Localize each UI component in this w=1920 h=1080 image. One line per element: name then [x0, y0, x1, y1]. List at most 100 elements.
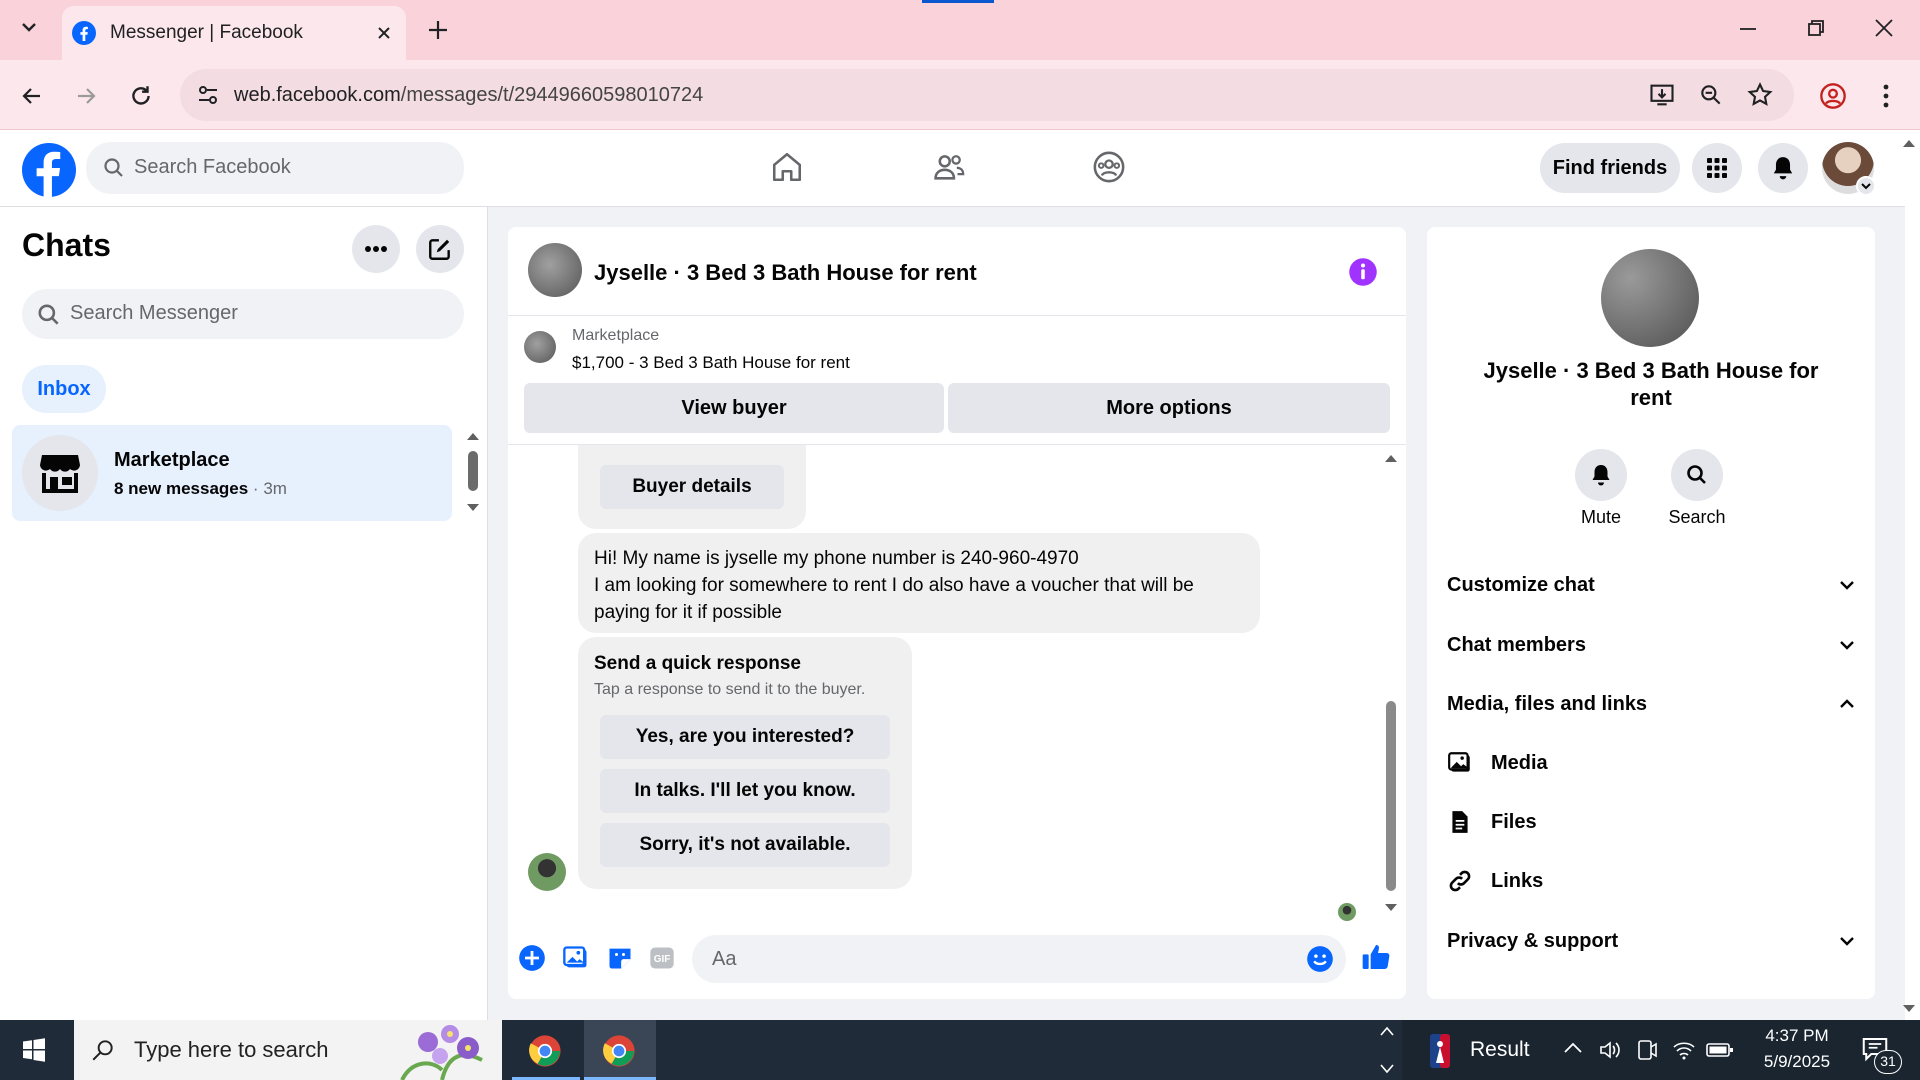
- chat-list-scroll-up-icon[interactable]: [466, 431, 480, 441]
- taskbar-scroll-up-icon[interactable]: [1380, 1026, 1394, 1036]
- home-icon[interactable]: [770, 150, 804, 184]
- restore-icon[interactable]: [1806, 18, 1826, 38]
- svg-text:GIF: GIF: [654, 954, 671, 965]
- links-label: Links: [1491, 869, 1544, 892]
- inbox-tab[interactable]: Inbox: [22, 365, 106, 413]
- message-bubble: Hi! My name is jyselle my phone number i…: [578, 533, 1260, 633]
- emoji-icon[interactable]: [1306, 945, 1334, 973]
- quick-response-button[interactable]: In talks. I'll let you know.: [600, 769, 890, 813]
- clock-time[interactable]: 4:37 PM: [1742, 1026, 1852, 1046]
- forward-icon[interactable]: [74, 84, 98, 108]
- chevron-up-icon: [1837, 694, 1857, 714]
- tab-list-icon[interactable]: [18, 16, 40, 38]
- volume-icon[interactable]: [1598, 1038, 1622, 1062]
- meet-now-icon[interactable]: [1636, 1038, 1658, 1062]
- message-line: I am looking for somewhere to rent I do …: [594, 575, 1194, 596]
- taskbar-scroll-down-icon[interactable]: [1380, 1064, 1394, 1074]
- quick-response-button[interactable]: Sorry, it's not available.: [600, 823, 890, 867]
- close-window-icon[interactable]: [1874, 18, 1894, 38]
- more-options-button[interactable]: More options: [948, 383, 1390, 433]
- site-info-icon[interactable]: [196, 83, 220, 107]
- like-thumbs-up-icon[interactable]: [1360, 941, 1392, 973]
- privacy-support-row[interactable]: Privacy & support: [1447, 917, 1857, 965]
- links-item[interactable]: Links: [1447, 857, 1857, 905]
- widget-result-label[interactable]: Result: [1470, 1038, 1530, 1062]
- view-buyer-button[interactable]: View buyer: [524, 383, 944, 433]
- windows-start-icon[interactable]: [22, 1038, 46, 1062]
- battery-icon[interactable]: [1706, 1040, 1734, 1060]
- notifications-button[interactable]: [1758, 143, 1808, 193]
- media-item[interactable]: Media: [1447, 739, 1857, 787]
- new-tab-icon[interactable]: [426, 18, 450, 42]
- contact-avatar[interactable]: [528, 243, 582, 297]
- files-item[interactable]: Files: [1447, 798, 1857, 846]
- messages-scroll-down-icon[interactable]: [1384, 903, 1398, 913]
- chat-members-row[interactable]: Chat members: [1447, 621, 1857, 669]
- reload-icon[interactable]: [128, 83, 154, 109]
- install-app-icon[interactable]: [1648, 81, 1676, 109]
- marketplace-avatar: [22, 435, 98, 511]
- media-files-links-row[interactable]: Media, files and links: [1447, 680, 1857, 728]
- listing-title[interactable]: $1,700 - 3 Bed 3 Bath House for rent: [572, 353, 850, 373]
- chat-time: 3m: [263, 479, 287, 498]
- messages-scrollbar[interactable]: [1386, 701, 1396, 891]
- message-input-placeholder: Aa: [712, 948, 737, 970]
- more-actions-icon[interactable]: [518, 944, 546, 972]
- chrome-icon: [602, 1034, 636, 1068]
- sender-avatar: [528, 853, 566, 891]
- search-conversation-button[interactable]: [1671, 449, 1723, 501]
- message-input[interactable]: Aa: [692, 935, 1346, 983]
- tray-chevron-up-icon[interactable]: [1562, 1040, 1584, 1056]
- active-indicator: [922, 0, 994, 3]
- close-tab-icon[interactable]: [376, 25, 392, 41]
- facebook-logo-icon[interactable]: [22, 143, 76, 197]
- chat-options-button[interactable]: [352, 225, 400, 273]
- chrome-taskbar-app[interactable]: [512, 1020, 580, 1080]
- zoom-icon[interactable]: [1698, 82, 1724, 108]
- messages-scroll-up-icon[interactable]: [1384, 453, 1398, 463]
- browser-tab[interactable]: Messenger | Facebook: [62, 6, 406, 60]
- friends-icon[interactable]: [932, 150, 966, 184]
- clock-date[interactable]: 5/9/2025: [1742, 1052, 1852, 1072]
- messenger-search[interactable]: Search Messenger: [22, 289, 464, 339]
- wifi-icon[interactable]: [1672, 1038, 1696, 1062]
- customize-chat-row[interactable]: Customize chat: [1447, 561, 1857, 609]
- menu-grid-button[interactable]: [1692, 143, 1742, 193]
- buyer-details-button[interactable]: Buyer details: [600, 465, 784, 509]
- new-message-button[interactable]: [416, 225, 464, 273]
- groups-icon[interactable]: [1092, 150, 1126, 184]
- chat-list-scrollbar[interactable]: [468, 451, 478, 491]
- browser-menu-icon[interactable]: [1878, 82, 1894, 110]
- bookmark-star-icon[interactable]: [1746, 81, 1774, 109]
- minimize-icon[interactable]: [1738, 18, 1758, 38]
- chat-list-item[interactable]: Marketplace 8 new messages · 3m: [12, 425, 452, 521]
- chats-title: Chats: [22, 227, 111, 263]
- profile-icon[interactable]: [1819, 82, 1847, 110]
- back-icon[interactable]: [20, 84, 44, 108]
- nba-logo-icon[interactable]: [1430, 1034, 1450, 1068]
- gif-icon[interactable]: GIF: [648, 944, 676, 972]
- chat-list-scroll-down-icon[interactable]: [466, 503, 480, 513]
- marketplace-store-icon: [36, 449, 84, 497]
- chevron-down-icon: [1837, 635, 1857, 655]
- facebook-search[interactable]: Search Facebook: [86, 142, 464, 194]
- account-chevron-icon[interactable]: [1856, 176, 1876, 196]
- info-icon[interactable]: [1348, 257, 1378, 287]
- notification-count-badge: 31: [1874, 1050, 1902, 1074]
- mute-button[interactable]: [1575, 449, 1627, 501]
- conversation-title[interactable]: Jyselle · 3 Bed 3 Bath House for rent: [594, 260, 977, 286]
- page-scroll-up-icon[interactable]: [1902, 138, 1916, 148]
- find-friends-button[interactable]: Find friends: [1540, 143, 1680, 193]
- chats-sidebar: Chats Search Messenger Inbox Marketplace…: [0, 207, 488, 1020]
- customize-chat-label: Customize chat: [1447, 573, 1595, 596]
- chat-members-label: Chat members: [1447, 633, 1586, 656]
- attach-photo-icon[interactable]: [562, 944, 590, 972]
- sticker-icon[interactable]: [606, 944, 634, 972]
- tab-title: Messenger | Facebook: [110, 22, 303, 43]
- chrome-taskbar-app-active[interactable]: [584, 1020, 656, 1080]
- facebook-header: Search Facebook Find friends: [0, 130, 1915, 207]
- address-bar[interactable]: web.facebook.com/messages/t/294496605980…: [180, 69, 1794, 121]
- page-scroll-down-icon[interactable]: [1902, 1004, 1916, 1014]
- taskbar-search[interactable]: Type here to search: [74, 1020, 502, 1080]
- quick-response-button[interactable]: Yes, are you interested?: [600, 715, 890, 759]
